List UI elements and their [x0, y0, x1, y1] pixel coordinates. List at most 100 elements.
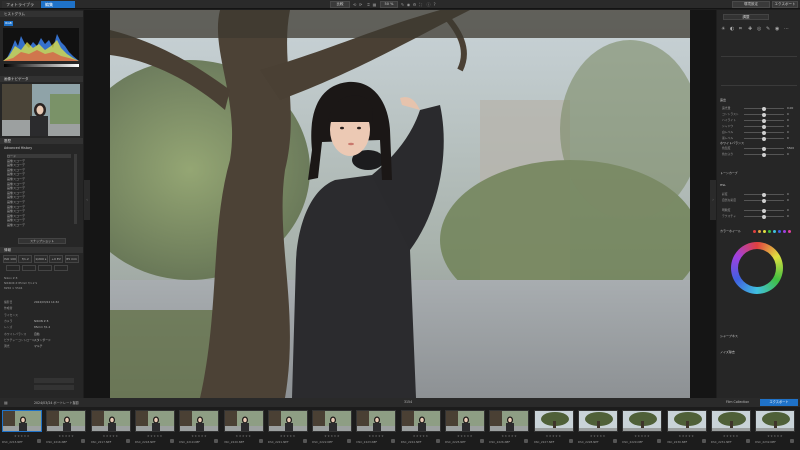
thumbnail-image[interactable]: [400, 410, 441, 432]
swatch-purple[interactable]: [783, 230, 786, 233]
file-flag-icon[interactable]: [524, 439, 529, 443]
filmstrip-thumbnail[interactable]: ★★★★★ DSC_2223.NEF: [356, 410, 398, 448]
info-icon[interactable]: ⓘ: [426, 2, 431, 7]
file-flag-icon[interactable]: [302, 439, 307, 443]
rating-stars[interactable]: ★★★★★: [401, 434, 441, 438]
history-item[interactable]: ロード: [7, 154, 71, 158]
slider-knob[interactable]: [762, 118, 766, 123]
thumbnail-image[interactable]: [267, 410, 308, 432]
zoom-select[interactable]: 50 %: [380, 1, 398, 8]
rating-stars[interactable]: ★★★★★: [312, 434, 352, 438]
color-wheel[interactable]: [731, 242, 783, 294]
slider-knob[interactable]: [762, 130, 766, 135]
navigator-thumbnail[interactable]: [2, 84, 80, 136]
file-flag-icon[interactable]: [37, 439, 41, 443]
slider-row[interactable]: 色温度 5500: [722, 146, 796, 151]
file-flag-icon[interactable]: [125, 439, 130, 443]
slider-row[interactable]: シャドウ 0: [722, 124, 796, 129]
slider-value[interactable]: 0: [787, 152, 789, 156]
file-flag-icon[interactable]: [169, 439, 174, 443]
thumbnail-image[interactable]: [755, 410, 796, 432]
view-toggle-icon[interactable]: ▦: [4, 400, 8, 405]
slider-knob[interactable]: [762, 208, 766, 213]
left-collapse-handle[interactable]: ‹: [84, 180, 90, 220]
frame-icon[interactable]: [22, 265, 36, 271]
filmstrip-thumbnail[interactable]: ★★★★★ DSC_2220.NEF: [223, 410, 266, 448]
history-item[interactable]: 画像スコーデ: [7, 163, 71, 167]
info-header[interactable]: 情報: [0, 247, 83, 253]
file-flag-icon[interactable]: [81, 439, 86, 443]
filmstrip-thumbnail[interactable]: ★★★★★ DSC_2218.NEF: [134, 410, 177, 448]
thumbnail-image[interactable]: [179, 410, 220, 432]
section-noise[interactable]: ノイズ除去: [720, 350, 797, 355]
thumbnail-image[interactable]: [2, 410, 42, 432]
rating-stars[interactable]: ★★★★★: [711, 434, 751, 438]
preferences-button[interactable]: 環境設定: [732, 1, 770, 8]
file-flag-icon[interactable]: [657, 439, 662, 443]
filmstrip-thumbnail[interactable]: ★★★★★ DSC_2219.NEF: [179, 410, 221, 448]
filmstrip-thumbnail[interactable]: ★★★★★ DSC_2227.NEF: [533, 410, 576, 448]
slider-row[interactable]: 色かぶり 0: [722, 152, 796, 157]
history-item[interactable]: 画像スコーデ: [7, 223, 71, 227]
rating-stars[interactable]: ★★★★★: [622, 434, 662, 438]
thumbnail-image[interactable]: [223, 410, 264, 432]
image-viewer[interactable]: ‹ ›: [84, 10, 716, 398]
history-item[interactable]: 画像スコーデ: [7, 177, 71, 181]
thumbnail-image[interactable]: [533, 410, 574, 432]
file-flag-icon[interactable]: [568, 439, 573, 443]
filmstrip-thumbnail[interactable]: ★★★★★ DSC_2232.NEF: [755, 410, 797, 448]
file-flag-icon[interactable]: [745, 439, 750, 443]
slider-value[interactable]: 0: [787, 112, 789, 116]
history-item[interactable]: 画像スコーデ: [7, 200, 71, 204]
slider-knob[interactable]: [762, 112, 766, 117]
export-button[interactable]: エクスポート: [772, 1, 798, 8]
slider-row[interactable]: テクスチャ 0: [722, 214, 796, 219]
compare-button[interactable]: 比較: [330, 1, 350, 8]
thumbnail-image[interactable]: [356, 410, 397, 432]
rating-stars[interactable]: ★★★★★: [445, 434, 485, 438]
rating-stars[interactable]: ★★★★★: [755, 434, 795, 438]
history-item[interactable]: 画像スコーデ: [7, 182, 71, 186]
rotate-right-icon[interactable]: ⟳: [358, 2, 363, 7]
slider-knob[interactable]: [762, 198, 766, 203]
section-sharpness[interactable]: シャープネス: [720, 334, 797, 339]
rating-stars[interactable]: ★★★★★: [179, 434, 219, 438]
filmstrip-thumbnail[interactable]: ★★★★★ DSC_2217.NEF: [90, 410, 133, 448]
file-flag-icon[interactable]: [214, 439, 219, 443]
brush-tool-icon[interactable]: ✎: [766, 26, 770, 32]
slider-value[interactable]: 0: [787, 136, 789, 140]
settings-icon[interactable]: ⚙: [412, 2, 417, 7]
adjust-panel-title[interactable]: 調整: [723, 14, 769, 20]
swatch-orange[interactable]: [758, 230, 761, 233]
section-white-balance[interactable]: ホワイトバランス: [720, 141, 797, 146]
file-flag-icon[interactable]: [612, 439, 617, 443]
filmstrip-thumbnail[interactable]: ★★★★★ DSC_2225.NEF: [445, 410, 487, 448]
rating-stars[interactable]: ★★★★★: [489, 434, 529, 438]
rating-stars[interactable]: ★★★★★: [224, 434, 264, 438]
history-item[interactable]: 画像スコーデ: [7, 159, 71, 163]
rating-stars[interactable]: ★★★★★: [135, 434, 175, 438]
strip-export-button[interactable]: エクスポート: [760, 399, 798, 406]
rating-field[interactable]: [34, 378, 74, 383]
collection-filter[interactable]: Film Collection: [726, 400, 749, 404]
section-hsl[interactable]: HSL: [720, 183, 797, 188]
slider-value[interactable]: 0.00: [787, 106, 793, 110]
swatch-cyan[interactable]: [773, 230, 776, 233]
filmstrip-thumbnail[interactable]: ★★★★★ DSC_2228.NEF: [577, 410, 620, 448]
slider-value[interactable]: 0: [787, 118, 789, 122]
tab-photo-library[interactable]: フォトライブラリ: [2, 1, 40, 14]
rating-stars[interactable]: ★★★★★: [356, 434, 396, 438]
filmstrip-thumbnail[interactable]: ★★★★★ DSC_2229.NEF: [622, 410, 664, 448]
thumbnail-image[interactable]: [710, 410, 751, 432]
thumbnail-image[interactable]: [666, 410, 707, 432]
slider-value[interactable]: 0: [787, 214, 789, 218]
grid-icon[interactable]: ▦: [372, 2, 377, 7]
label-field[interactable]: [34, 385, 74, 390]
next-icon[interactable]: [54, 265, 68, 271]
file-flag-icon[interactable]: [258, 439, 263, 443]
mask-tool-icon[interactable]: ◎: [757, 26, 761, 32]
history-item[interactable]: 画像スコーデ: [7, 172, 71, 176]
slider-knob[interactable]: [762, 124, 766, 129]
swatch-yellow[interactable]: [763, 230, 766, 233]
folder-path[interactable]: 2024/03/24 ポートレート撮影: [34, 400, 79, 405]
